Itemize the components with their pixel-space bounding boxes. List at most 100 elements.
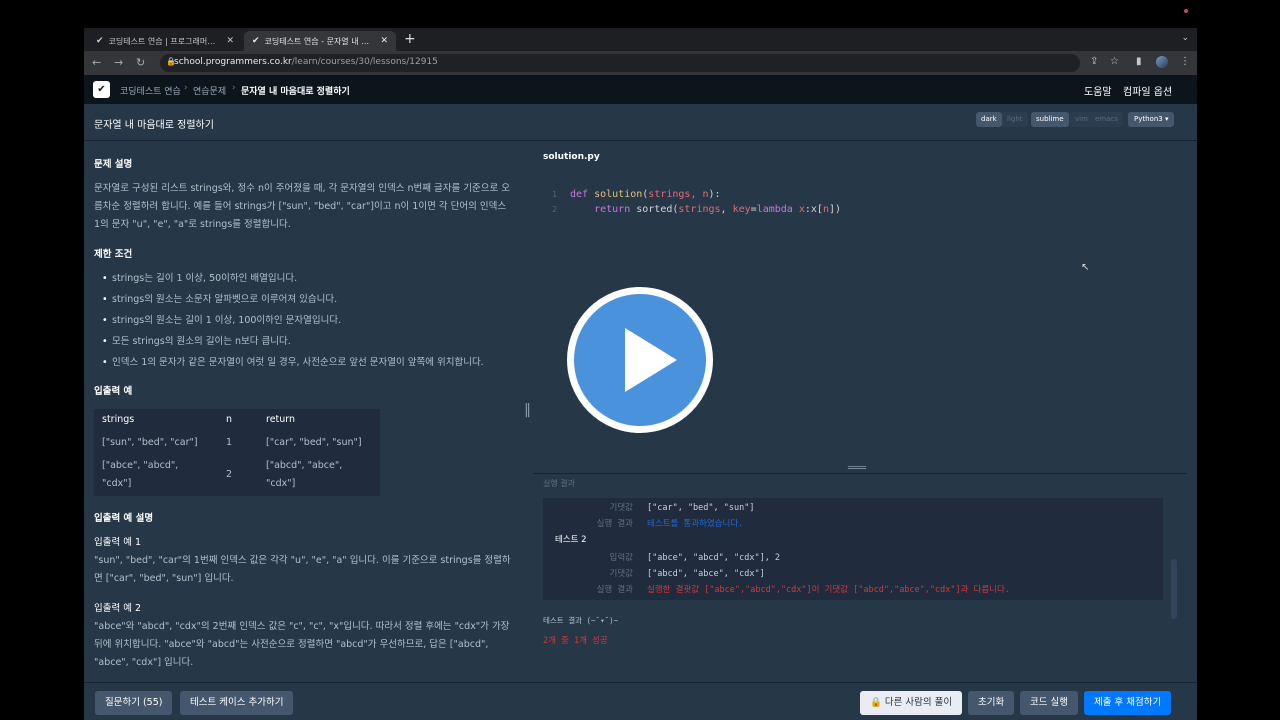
site-header: ✔ 코딩테스트 연습 › 연습문제 › 문자열 내 마음대로 정렬하기 도움말 … (84, 75, 1197, 104)
chevron-right-icon: › (232, 83, 236, 93)
result-row: 기댓값 ["car", "bed", "sun"] (609, 503, 755, 513)
others-solutions-button[interactable]: 🔒 다른 사람의 풀이 (860, 691, 963, 715)
problem-titlebar: 문자열 내 마음대로 정렬하기 dark light sublime vim e… (84, 104, 1197, 141)
code-line: 2 return sorted(strings, key=lambda x:x[… (533, 202, 1187, 217)
results-output: 기댓값 ["car", "bed", "sun"] 실행 결과 테스트를 통과하였습… (543, 498, 1163, 600)
reload-icon[interactable]: ↻ (136, 56, 145, 69)
compile-options-link[interactable]: 컴파일 옵션 (1123, 83, 1172, 98)
desc-text: 문자열로 구성된 리스트 strings와, 정수 n이 주어졌을 때, 각 문… (94, 183, 510, 230)
reset-button[interactable]: 초기화 (968, 691, 1015, 715)
line-number: 1 (552, 190, 557, 199)
constraint-item: 모든 strings의 원소의 길이는 n보다 큽니다. (102, 333, 512, 350)
constraint-item: strings의 원소는 소문자 알파벳으로 이루어져 있습니다. (102, 291, 512, 308)
constraints-heading: 제한 조건 (94, 249, 133, 260)
table-header-cell: return (266, 414, 296, 425)
tab-bar: ✔ 코딩테스트 연습 | 프로그래머스 스쿨 ✕ ✔ 코딩테스트 연습 - 문자… (84, 28, 1197, 51)
url-text: school.programmers.co.kr/learn/courses/3… (174, 57, 438, 67)
io-example-table: strings n return ["sun", "bed", "car"] 1… (94, 409, 380, 496)
result-row: 기댓값 ["abcd", "abce", "cdx"] (609, 569, 765, 579)
code-text: return sorted(strings, key=lambda x:x[n]… (594, 204, 842, 215)
programmers-favicon-icon: ✔ (96, 36, 104, 46)
address-bar: ← → ↻ 🔒 school.programmers.co.kr/learn/c… (84, 51, 1197, 75)
footer-toolbar: 질문하기 (55) 테스트 케이스 추가하기 🔒 다른 사람의 풀이 초기화 코… (84, 682, 1197, 720)
add-testcase-button[interactable]: 테스트 케이스 추가하기 (180, 691, 294, 715)
share-icon[interactable]: ⇪ (1090, 56, 1098, 67)
constraint-item: 인덱스 1의 문자가 같은 문자열이 여럿 일 경우, 사전순으로 앞선 문자열… (102, 354, 512, 371)
problem-description: 문제 설명 문자열로 구성된 리스트 strings와, 정수 n이 주어졌을 … (84, 142, 522, 682)
tab-title: 코딩테스트 연습 | 프로그래머스 스쿨 (108, 36, 223, 46)
mouse-cursor-icon: ↖ (1081, 262, 1090, 273)
play-button[interactable] (567, 287, 713, 433)
results-panel: 실행 결과 기댓값 ["car", "bed", "sun"] 실행 결과 테스트를… (533, 473, 1187, 685)
table-cell: 2 (226, 469, 233, 480)
desc-heading: 문제 설명 (94, 159, 133, 170)
run-code-button[interactable]: 코드 실행 (1020, 691, 1078, 715)
test-summary: 테스트 결과 (~˘▾˘)~ (543, 616, 619, 625)
example-2-heading: 입출력 예 2 (94, 603, 142, 614)
keymap-sublime-button[interactable]: sublime (1031, 112, 1069, 127)
browser-tab-2[interactable]: ✔ 코딩테스트 연습 - 문자열 내 마음대로 정렬하기 ✕ (244, 31, 396, 51)
example-1-text: "sun", "bed", "car"의 1번째 인덱스 값은 각각 "u", … (94, 555, 511, 584)
chevron-right-icon: › (184, 83, 188, 93)
sidebar-icon[interactable]: ▮ (1136, 56, 1142, 67)
recording-indicator (1184, 9, 1188, 13)
theme-dark-button[interactable]: dark (976, 112, 1002, 127)
chevron-down-icon[interactable]: ⌄ (1181, 33, 1189, 43)
browser-tab-1[interactable]: ✔ 코딩테스트 연습 | 프로그래머스 스쿨 ✕ (88, 31, 242, 51)
io-explain-heading: 입출력 예 설명 (94, 513, 154, 524)
table-cell: ["abce", "abcd", "cdx"] (102, 460, 179, 489)
programmers-favicon-icon: ✔ (252, 36, 260, 46)
io-heading: 입출력 예 (94, 386, 133, 397)
table-cell: ["sun", "bed", "car"] (102, 437, 198, 448)
new-tab-icon[interactable]: + (404, 31, 416, 47)
example-1-heading: 입출력 예 1 (94, 537, 142, 548)
table-cell: 1 (226, 437, 233, 448)
table-row: ["abce", "abcd", "cdx"] 2 ["abcd", "abce… (94, 455, 380, 496)
line-number: 2 (552, 205, 557, 214)
table-header-row: strings n return (94, 409, 380, 432)
breadcrumb-item-current: 문자열 내 마음대로 정렬하기 (241, 87, 350, 97)
programmers-logo-icon[interactable]: ✔ (93, 81, 110, 98)
submit-button[interactable]: 제출 후 채점하기 (1084, 691, 1172, 715)
constraints-list: strings는 길이 1 이상, 50이하인 배열입니다. strings의 … (102, 270, 512, 371)
profile-avatar[interactable] (1156, 56, 1168, 68)
play-icon (625, 328, 677, 392)
language-select[interactable]: Python3 ▾ (1128, 112, 1175, 127)
star-icon[interactable]: ☆ (1110, 56, 1119, 67)
test-score: 2개 중 1개 성공 (543, 636, 608, 646)
tab-title: 코딩테스트 연습 - 문자열 내 마음대로 정렬하기 (264, 36, 377, 46)
result-row: 입력값 ["abce", "abcd", "cdx"], 2 (609, 553, 781, 563)
example-2-text: "abce"와 "abcd", "cdx"의 2번째 인덱스 값은 "c", "… (94, 621, 510, 668)
table-cell: ["abcd", "abce", "cdx"] (266, 460, 343, 489)
questions-button[interactable]: 질문하기 (55) (95, 691, 173, 715)
breadcrumb-item-coding-test[interactable]: 코딩테스트 연습 (120, 84, 181, 97)
code-area[interactable]: 1 def solution(strings, n): 2 return sor… (533, 187, 1187, 217)
constraint-item: strings는 길이 1 이상, 50이하인 배열입니다. (102, 270, 512, 287)
result-row: 테스트 2 (555, 535, 587, 545)
back-icon[interactable]: ← (92, 56, 101, 69)
file-name: solution.py (543, 152, 600, 162)
forward-icon[interactable]: → (114, 56, 123, 69)
results-scrollbar[interactable] (1171, 559, 1177, 619)
constraint-item: strings의 원소는 길이 1 이상, 100이하인 문자열입니다. (102, 312, 512, 329)
close-icon[interactable]: ✕ (226, 36, 234, 46)
table-cell: ["car", "bed", "sun"] (266, 437, 362, 448)
table-row: ["sun", "bed", "car"] 1 ["car", "bed", "… (94, 432, 380, 455)
result-row: 실행 결과 테스트를 통과하였습니다. (596, 519, 744, 529)
url-field[interactable]: 🔒 school.programmers.co.kr/learn/courses… (160, 54, 1080, 72)
breadcrumb-item-practice[interactable]: 연습문제 (193, 84, 226, 97)
table-header-cell: strings (102, 414, 135, 425)
result-row: 실행 결과 실행한 결괏값 ["abce","abcd","cdx"]이 기댓값 … (596, 585, 1010, 595)
page-title: 문자열 내 마음대로 정렬하기 (94, 120, 214, 131)
keymap-emacs-button[interactable]: emacs (1090, 112, 1123, 127)
table-header-cell: n (226, 414, 233, 425)
menu-dots-icon[interactable]: ⋮ (1180, 56, 1190, 67)
close-icon[interactable]: ✕ (380, 36, 388, 46)
lock-icon: 🔒 (870, 697, 885, 708)
code-line: 1 def solution(strings, n): (533, 187, 1187, 202)
panel-resize-handle[interactable]: ‖ (524, 402, 531, 418)
code-text: def solution(strings, n): (570, 189, 721, 200)
help-link[interactable]: 도움말 (1084, 83, 1112, 98)
results-heading: 실행 결과 (543, 479, 575, 488)
theme-light-button[interactable]: light (1002, 112, 1028, 127)
